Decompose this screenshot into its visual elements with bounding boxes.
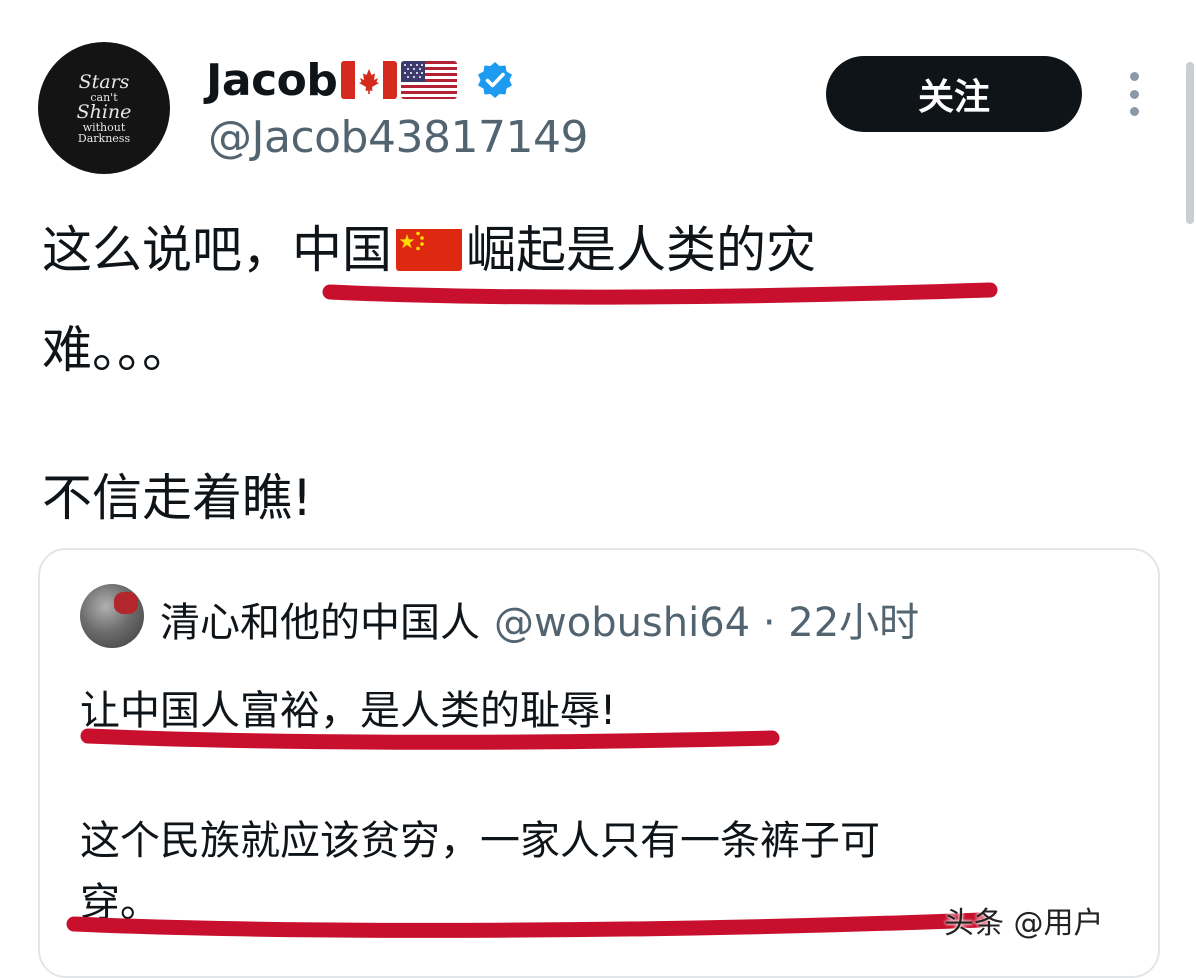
author-avatar[interactable]: Stars can't Shine without Darkness xyxy=(38,42,170,174)
avatar-text-3: Shine xyxy=(76,100,132,123)
tweet-text-line-3: 不信走着瞧! xyxy=(42,469,313,527)
quoted-author-meta: @wobushi64 · 22小时 xyxy=(494,600,920,646)
author-handle[interactable]: @Jacob43817149 xyxy=(208,112,588,163)
avatar-text-5: Darkness xyxy=(77,131,131,145)
author-name-row: Jacob xyxy=(206,50,515,110)
avatar-text-1: Stars xyxy=(78,70,130,93)
tweet-text-line-2: 难。。。 xyxy=(42,321,192,379)
author-display-name[interactable]: Jacob xyxy=(206,55,338,106)
quoted-tweet-header: 清心和他的中国人 @wobushi64 · 22小时 xyxy=(160,590,919,648)
watermark: 头条 @用户 xyxy=(944,906,1104,941)
follow-button[interactable]: 关注 xyxy=(826,56,1082,132)
verified-badge-icon xyxy=(475,60,515,100)
quoted-author-avatar[interactable] xyxy=(80,584,144,648)
tweet-text-prefix: 这么说吧， xyxy=(42,221,292,279)
usa-flag-icon xyxy=(401,61,458,99)
avatar-text-4: without xyxy=(82,120,126,134)
red-underline-2 xyxy=(80,728,780,750)
china-flag-icon xyxy=(396,227,462,271)
more-options-icon[interactable] xyxy=(1122,72,1146,116)
tweet-text-line-1: 这么说吧，中国 崛起是人类的灾 xyxy=(42,210,816,282)
scrollbar[interactable] xyxy=(1186,62,1194,224)
tweet-text-highlight-a: 中国 xyxy=(292,221,392,279)
canada-flag-icon xyxy=(341,61,398,99)
red-underline-3 xyxy=(66,912,990,938)
quoted-text-line-2: 这个民族就应该贫穷，一家人只有一条裤子可 xyxy=(80,818,880,864)
quoted-author-name[interactable]: 清心和他的中国人 xyxy=(160,600,480,646)
red-underline-1 xyxy=(322,282,998,305)
tweet-text-highlight-b: 崛起是人类的灾 xyxy=(466,221,816,279)
